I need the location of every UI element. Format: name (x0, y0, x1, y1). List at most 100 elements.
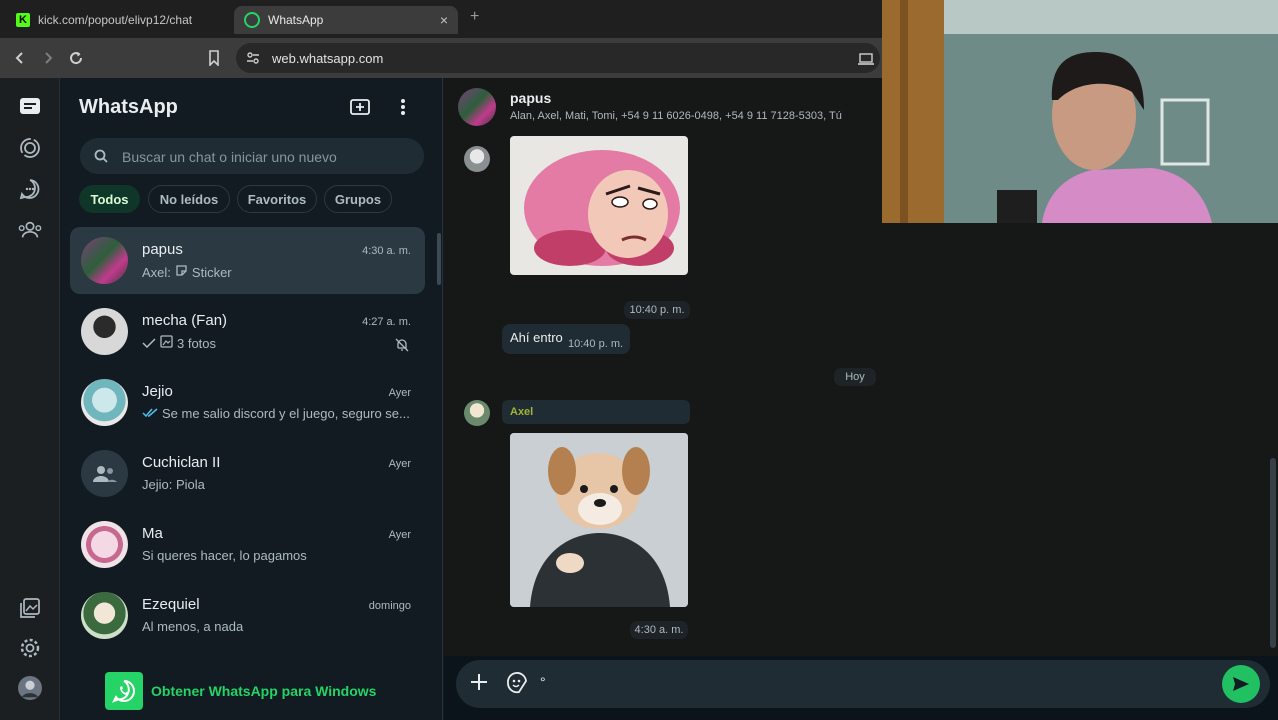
chat-name: Cuchiclan II (142, 454, 221, 471)
navigation-rail (0, 78, 60, 720)
send-icon (1233, 677, 1249, 691)
filter-grupos[interactable]: Grupos (324, 185, 392, 213)
chat-time: 4:30 a. m. (362, 245, 411, 257)
channels-icon[interactable] (18, 177, 42, 201)
avatar (81, 379, 128, 426)
forward-icon[interactable] (36, 46, 60, 70)
group-members-list: Alan, Axel, Mati, Tomi, +54 9 11 6026-04… (510, 110, 842, 122)
search-input[interactable]: Buscar un chat o iniciar uno nuevo (80, 138, 424, 174)
chat-list-panel: WhatsApp Buscar un chat o iniciar uno nu… (61, 78, 443, 720)
chat-time: Ayer (388, 458, 411, 470)
chats-icon[interactable] (18, 95, 42, 119)
attach-plus-icon[interactable] (470, 673, 488, 696)
search-placeholder: Buscar un chat o iniciar uno nuevo (122, 149, 337, 165)
tab-title: WhatsApp (268, 13, 324, 27)
message-bubble[interactable]: Ahí entro 10:40 p. m. (502, 324, 630, 354)
preview-text: Al menos, a nada (142, 619, 244, 634)
chat-name: mecha (Fan) (142, 312, 228, 329)
preview-text: Se me salio discord y el juego, seguro s… (162, 406, 410, 421)
sticker-image[interactable] (510, 136, 688, 275)
chat-name: Ma (142, 525, 163, 542)
chat-name: Ezequiel (142, 596, 200, 613)
bookmark-icon[interactable] (202, 46, 226, 70)
message-time: 10:40 p. m. (624, 301, 690, 319)
chat-item-mecha[interactable]: mecha (Fan) 4:27 a. m. 3 fotos (70, 298, 425, 365)
message-time: 4:30 a. m. (630, 621, 688, 639)
date-divider: Hoy (834, 368, 876, 386)
chat-name: Jejio (142, 383, 173, 400)
close-tab-icon[interactable]: × (440, 12, 448, 28)
preview-text: 3 fotos (177, 335, 217, 351)
tab-kick[interactable]: K kick.com/popout/elivp12/chat (6, 6, 230, 34)
chat-time: Ayer (388, 387, 411, 399)
avatar (81, 308, 128, 355)
filter-todos[interactable]: Todos (79, 185, 140, 213)
message-text: Ahí entro (510, 330, 563, 345)
tab-whatsapp[interactable]: WhatsApp × (234, 6, 458, 34)
filter-no-leidos[interactable]: No leídos (148, 185, 230, 213)
status-icon[interactable] (18, 136, 42, 160)
conversation-scrollbar[interactable] (1270, 458, 1276, 648)
sender-name[interactable]: Axel (510, 406, 533, 418)
app-title: WhatsApp (79, 96, 178, 118)
chat-preview: 3 fotos (142, 335, 412, 351)
new-tab-button[interactable]: + (470, 8, 479, 26)
install-app-icon[interactable] (858, 52, 874, 70)
sticker-image[interactable] (510, 433, 688, 607)
chat-item-ma[interactable]: Ma Ayer Si queres hacer, lo pagamos (70, 511, 425, 578)
chat-preview: Se me salio discord y el juego, seguro s… (142, 406, 412, 421)
chat-preview: Jejio: Piola (142, 477, 412, 492)
browser-toolbar: web.whatsapp.com (0, 38, 882, 78)
new-chat-icon[interactable] (349, 97, 371, 122)
communities-icon[interactable] (18, 218, 42, 242)
sent-check-icon (142, 336, 156, 351)
chat-item-cuchiclan[interactable]: Cuchiclan II Ayer Jejio: Piola (70, 440, 425, 507)
chat-item-ezequiel[interactable]: Ezequiel domingo Al menos, a nada (70, 582, 425, 649)
send-button[interactable] (1222, 665, 1260, 703)
sender-label-bubble: Axel (502, 400, 690, 424)
photo-icon (160, 335, 173, 351)
preview-text: Jejio: Piola (142, 477, 205, 492)
sender-avatar[interactable] (464, 400, 490, 426)
chat-preview: Si queres hacer, lo pagamos (142, 548, 412, 563)
profile-avatar[interactable] (18, 676, 42, 700)
promo-text: Obtener WhatsApp para Windows (151, 683, 377, 699)
get-windows-app-link[interactable]: Obtener WhatsApp para Windows (105, 672, 376, 710)
avatar (81, 592, 128, 639)
preview-text: Si queres hacer, lo pagamos (142, 548, 307, 563)
address-bar[interactable]: web.whatsapp.com (236, 43, 880, 73)
settings-gear-icon[interactable] (18, 636, 42, 660)
webcam-overlay (882, 0, 1278, 223)
kick-logo-icon: K (16, 13, 30, 27)
group-avatar[interactable] (458, 88, 496, 126)
message-input[interactable]: ° (540, 674, 546, 690)
chat-time: 4:27 a. m. (362, 316, 411, 328)
message-composer[interactable]: ° (456, 660, 1270, 708)
avatar (81, 521, 128, 568)
site-settings-icon[interactable] (246, 51, 260, 70)
whatsapp-tab-icon (244, 12, 260, 28)
group-avatar-icon (81, 450, 128, 497)
back-icon[interactable] (8, 46, 32, 70)
chat-preview: Axel: Sticker (142, 264, 412, 280)
filter-favoritos[interactable]: Favoritos (237, 185, 317, 213)
reload-icon[interactable] (64, 46, 88, 70)
read-double-check-icon (142, 406, 158, 421)
whatsapp-logo-icon (105, 672, 143, 710)
search-icon (94, 149, 108, 168)
sender-avatar[interactable] (464, 146, 490, 172)
sticker-emoji-icon[interactable] (506, 672, 528, 699)
chat-list-scrollbar[interactable] (437, 233, 441, 285)
preview-text: Sticker (191, 264, 232, 280)
url-text: web.whatsapp.com (272, 51, 384, 66)
avatar (81, 237, 128, 284)
menu-dots-icon[interactable] (399, 97, 407, 122)
media-icon[interactable] (18, 596, 42, 620)
sticker-icon (175, 264, 188, 280)
chat-item-jejio[interactable]: Jejio Ayer Se me salio discord y el jueg… (70, 369, 425, 436)
chat-name: papus (142, 241, 183, 258)
conversation-title: papus (510, 90, 552, 106)
message-time: 10:40 p. m. (568, 338, 624, 350)
chat-time: domingo (368, 600, 411, 612)
chat-item-papus[interactable]: papus 4:30 a. m. Axel: Sticker (70, 227, 425, 294)
